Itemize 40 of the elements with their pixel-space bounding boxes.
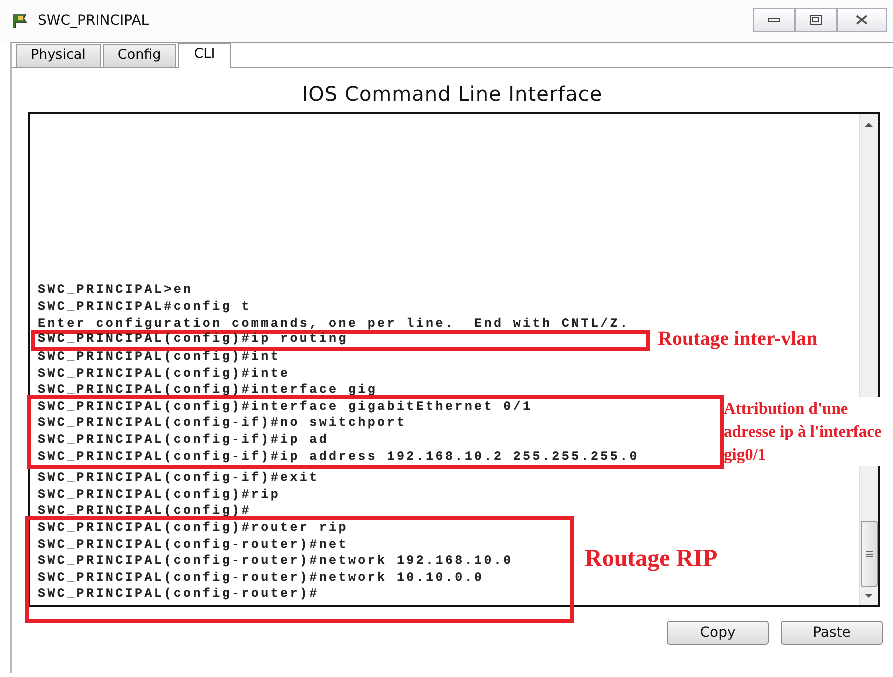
terminal-line: SWC_PRINCIPAL(config)#interface gigabitEthernet 0/1 <box>38 398 534 416</box>
terminal-line: SWC_PRINCIPAL(config)#ip routing <box>38 331 350 348</box>
tab[interactable]: Config <box>102 44 176 67</box>
terminal-line: SWC_PRINCIPAL(config-router)# <box>38 586 320 603</box>
window-title: SWC_PRINCIPAL <box>38 13 150 29</box>
text-button[interactable]: Paste <box>781 621 883 645</box>
text-button[interactable]: Copy <box>667 621 769 645</box>
terminal-line: SWC_PRINCIPAL(config-if)#exit <box>38 470 320 487</box>
terminal-line: SWC_PRINCIPAL(config)# <box>38 503 252 520</box>
annotation-text: Attribution d'une adresse ip à l'interface gig0/1 <box>724 396 882 466</box>
scroll-up-icon[interactable] <box>865 122 873 128</box>
panel-heading: IOS Command Line Interface <box>301 82 604 106</box>
terminal-line: SWC_PRINCIPAL(config-if)#ip ad <box>38 432 330 449</box>
terminal-line: SWC_PRINCIPAL(config)#interface gig <box>38 382 379 399</box>
app-icon <box>12 13 30 29</box>
annotation-text: Routage RIP <box>585 546 718 574</box>
minimize-icon <box>768 17 780 23</box>
close-button[interactable] <box>837 8 887 32</box>
terminal-line: SWC_PRINCIPAL(config)#rip <box>38 486 282 504</box>
terminal-line: SWC_PRINCIPAL(config)#router rip <box>38 520 350 537</box>
terminal-line: SWC_PRINCIPAL(config-router)#net <box>38 536 350 554</box>
tab[interactable]: CLI <box>178 43 232 68</box>
minimize-button[interactable] <box>753 8 795 32</box>
maximize-icon <box>810 15 822 25</box>
annotation-text: Routage inter-vlan <box>658 328 818 352</box>
terminal-line: SWC_PRINCIPAL(config-if)#ip address 192.168.10.2 255.255.255.0 <box>38 448 640 466</box>
tab[interactable]: Physical <box>16 44 101 67</box>
terminal-line: SWC_PRINCIPAL(config-router)#network 192.168.10.0 <box>38 553 514 570</box>
terminal-line: SWC_PRINCIPAL(config-router)#network 10.10.0.0 <box>38 570 486 586</box>
maximize-button[interactable] <box>795 8 837 32</box>
close-icon <box>856 15 868 25</box>
terminal-line: Enter configuration commands, one per line. End with CNTL/Z. <box>38 316 631 332</box>
terminal-line: SWC_PRINCIPAL(config-if)#no switchport <box>38 415 408 432</box>
scroll-down-icon[interactable] <box>865 593 873 599</box>
terminal-line: SWC_PRINCIPAL(config)#int <box>38 349 282 366</box>
scroll-thumb[interactable] <box>860 521 878 587</box>
grip-icon <box>866 550 872 558</box>
terminal-line: SWC_PRINCIPAL#config t <box>38 298 252 316</box>
terminal-line: SWC_PRINCIPAL>en <box>38 282 194 299</box>
terminal-line: SWC_PRINCIPAL(config)#inte <box>38 366 292 382</box>
